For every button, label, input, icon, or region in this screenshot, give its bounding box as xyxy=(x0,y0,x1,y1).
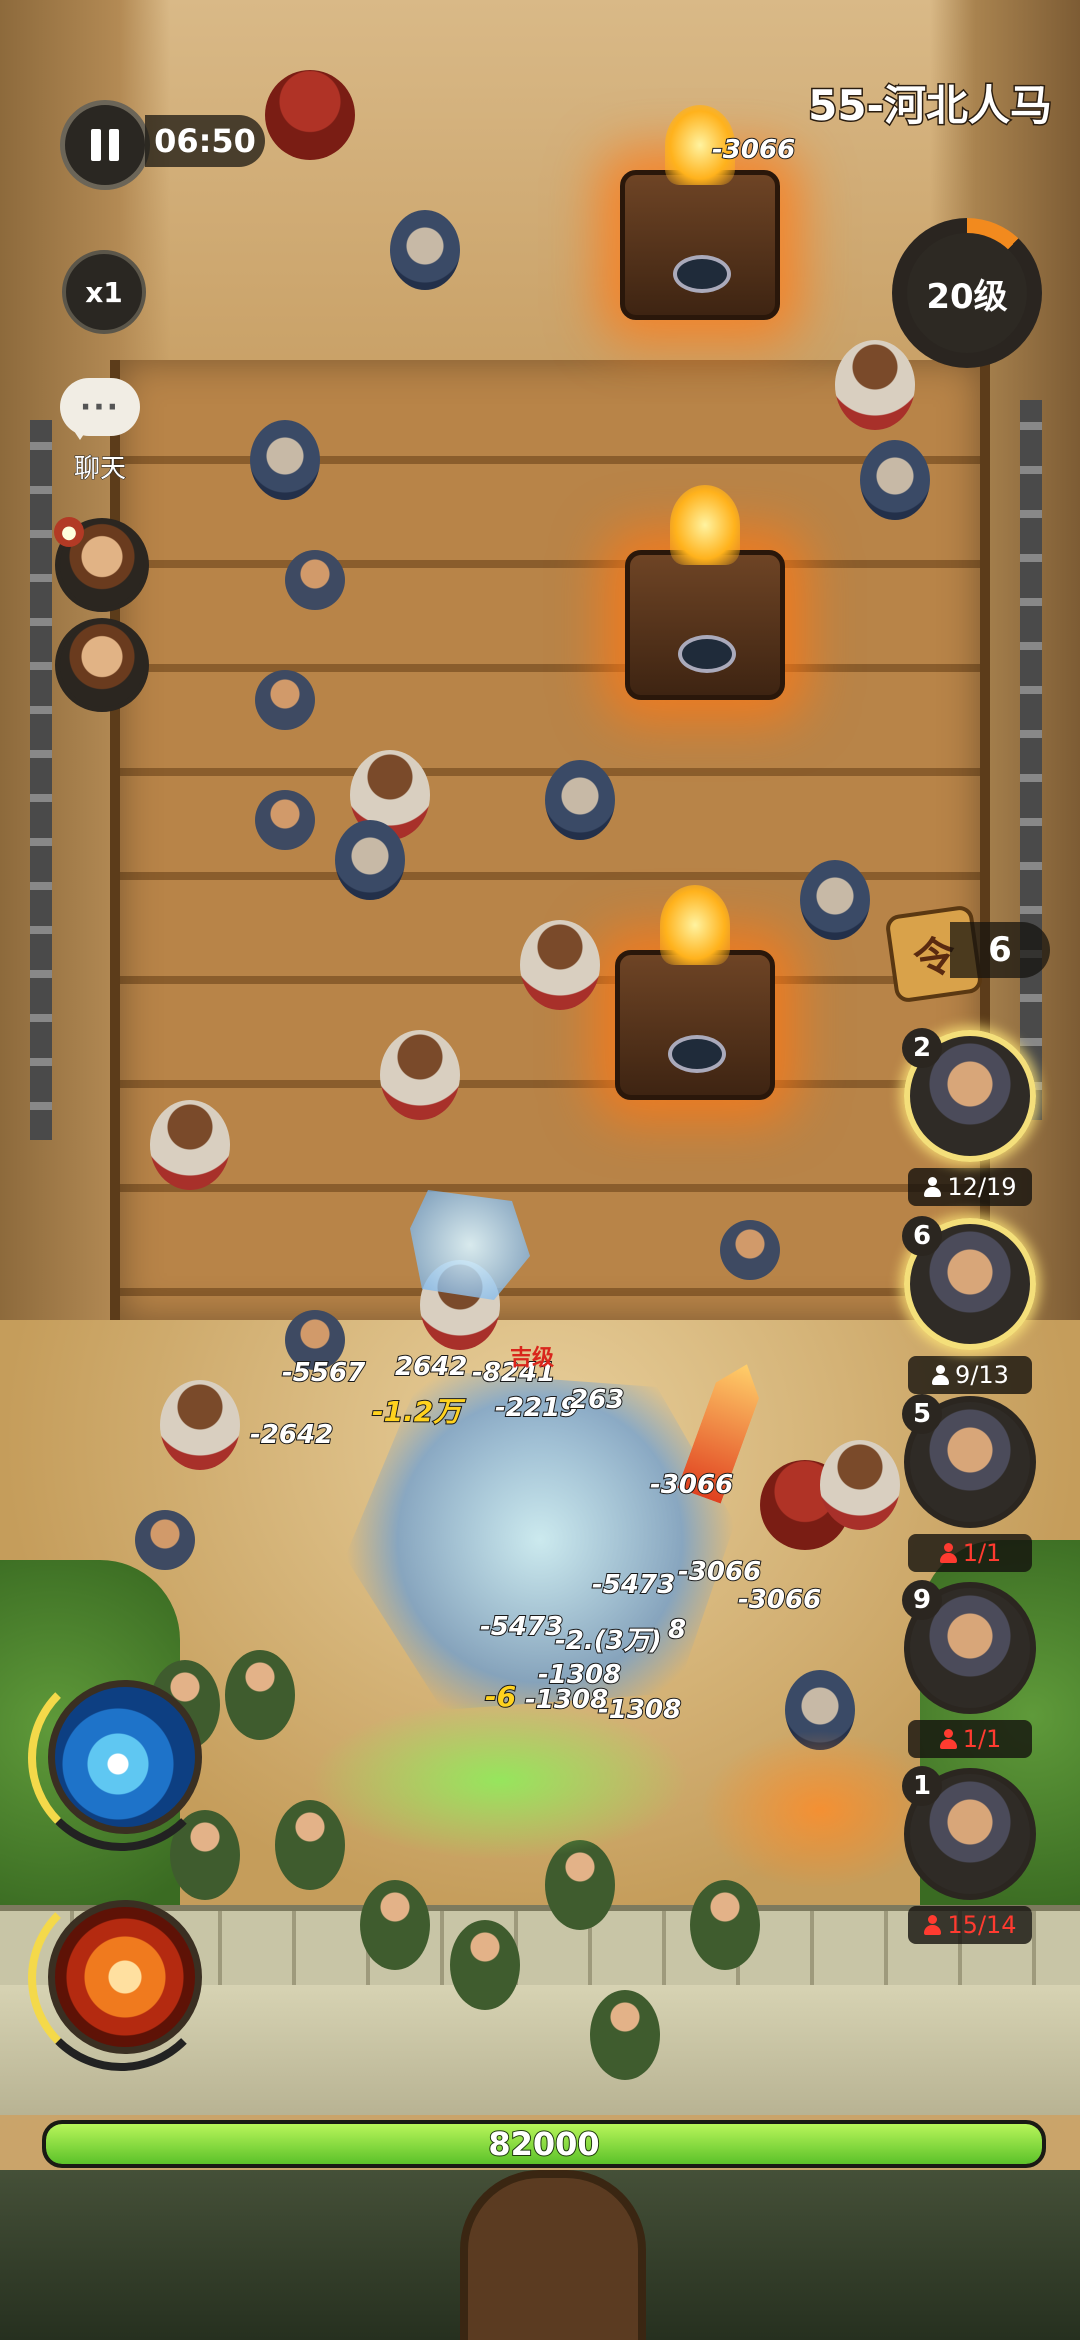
wave-skill-button[interactable] xyxy=(48,1680,202,1834)
wooden-bridge xyxy=(110,360,990,1320)
speed-toggle-button[interactable]: x1 xyxy=(62,250,146,334)
enemy-gunner xyxy=(335,820,405,900)
enemy-gunner xyxy=(390,210,460,290)
hero-count-text: 1/1 xyxy=(962,1539,1002,1567)
stage-title: 55-河北人马 xyxy=(807,80,1054,132)
damage-number: -5567 xyxy=(281,1357,366,1389)
enemy-gunner xyxy=(250,420,320,500)
damage-number: -1308 xyxy=(597,1694,682,1726)
hero-troop-count: 1/1 xyxy=(908,1720,1032,1758)
enemy-gunner xyxy=(545,760,615,840)
damage-number: -5473 xyxy=(591,1569,676,1601)
command-token-counter[interactable]: 令 6 xyxy=(884,904,1060,1004)
hero-slot[interactable]: 6 9/13 xyxy=(900,1216,1040,1394)
battle-timer: 06:50 xyxy=(145,115,265,167)
damage-number: -3066 xyxy=(737,1584,822,1616)
lock-icon: ● xyxy=(54,517,84,547)
pause-button[interactable] xyxy=(60,100,150,190)
hero-count-text: 1/1 xyxy=(962,1725,1002,1753)
person-icon xyxy=(939,1543,957,1563)
hero-slot[interactable]: 9 1/1 xyxy=(900,1580,1040,1758)
damage-number: -3066 xyxy=(649,1469,734,1501)
base-health-bar: 82000 xyxy=(42,2120,1046,2168)
damage-number: -1.2万 xyxy=(371,1394,462,1429)
hero-troop-count: 12/19 xyxy=(908,1168,1032,1206)
hero-slot[interactable]: 2 12/19 xyxy=(900,1028,1040,1206)
hero-portrait: 1 xyxy=(902,1766,1036,1900)
pause-icon xyxy=(109,129,119,161)
command-token-count: 6 xyxy=(950,922,1050,978)
hero-level-badge: 1 xyxy=(902,1766,942,1806)
siege-cart-enemy xyxy=(615,885,775,1100)
damage-number: -5473 xyxy=(479,1611,564,1643)
ally-general xyxy=(360,1880,430,1970)
base-health-value: 82000 xyxy=(487,2124,600,2164)
hero-portrait: 9 xyxy=(902,1580,1036,1714)
hero-portrait: 6 xyxy=(902,1216,1036,1350)
damage-number: 2642 xyxy=(394,1351,468,1383)
person-icon xyxy=(923,1177,942,1197)
hero-slot[interactable]: 1 15/14 xyxy=(900,1766,1040,1944)
enemy-swordsman xyxy=(255,670,315,730)
enemy-swordsman xyxy=(255,790,315,850)
chat-button[interactable]: ··· 聊天 xyxy=(55,378,145,488)
enemy-gunner xyxy=(860,440,930,520)
damage-number: 263 xyxy=(569,1384,625,1416)
hero-avatar-locked[interactable]: ● xyxy=(54,517,149,612)
enemy-name-label: 吉级 xyxy=(510,1346,555,1371)
enemy-gunner xyxy=(800,860,870,940)
enemy-swordsman xyxy=(135,1510,195,1570)
enemy-drummer xyxy=(820,1440,900,1530)
damage-number: -1308 xyxy=(524,1684,609,1716)
enemy-drummer xyxy=(150,1100,230,1190)
hero-portrait: 2 xyxy=(902,1028,1036,1162)
hero-troop-count: 9/13 xyxy=(908,1356,1032,1394)
person-icon xyxy=(923,1915,942,1935)
damage-number: -6 xyxy=(484,1679,517,1714)
siege-cart-enemy xyxy=(625,485,785,700)
siege-cart-enemy xyxy=(620,105,780,320)
chat-label: 聊天 xyxy=(73,454,126,485)
enemy-drummer xyxy=(520,920,600,1010)
hero-level-badge: 2 xyxy=(902,1028,942,1068)
hero-count-text: 12/19 xyxy=(947,1173,1017,1201)
damage-number: -2219 xyxy=(494,1392,579,1424)
enemy-brute xyxy=(265,70,355,160)
hero-level-badge: 5 xyxy=(902,1394,942,1434)
pause-icon xyxy=(91,129,101,161)
hero-count-text: 15/14 xyxy=(947,1911,1017,1939)
left-chain xyxy=(30,420,52,1140)
enemy-drummer xyxy=(380,1030,460,1120)
damage-number: -3066 xyxy=(711,134,796,166)
hero-troop-count: 1/1 xyxy=(908,1534,1032,1572)
hero-avatar[interactable] xyxy=(55,618,149,712)
damage-number: -3066 xyxy=(677,1556,762,1588)
chat-bubble-icon: ··· xyxy=(60,378,140,440)
person-icon xyxy=(931,1365,950,1385)
hero-portrait: 5 xyxy=(902,1394,1036,1528)
person-icon xyxy=(939,1729,957,1749)
ally-general xyxy=(450,1920,520,2010)
damage-number: -2642 xyxy=(249,1419,334,1451)
hero-level-badge: 6 xyxy=(902,1216,942,1256)
damage-number: -2.(3万) xyxy=(554,1625,663,1657)
hero-level-badge: 9 xyxy=(902,1580,942,1620)
enemy-drummer xyxy=(160,1380,240,1470)
hero-troop-count: 15/14 xyxy=(908,1906,1032,1944)
hero-count-text: 9/13 xyxy=(955,1361,1009,1389)
fire-hammer-skill-button[interactable] xyxy=(48,1900,202,2054)
enemy-drummer xyxy=(835,340,915,430)
ally-hammer-worker xyxy=(590,1990,660,2080)
right-chain xyxy=(1020,400,1042,1120)
enemy-swordsman xyxy=(285,550,345,610)
level-progress-ring[interactable]: 20级 xyxy=(892,218,1042,368)
damage-number: 8 xyxy=(667,1614,687,1646)
fortress-gate xyxy=(460,2170,646,2340)
enemy-swordsman xyxy=(720,1220,780,1280)
level-label: 20级 xyxy=(907,233,1027,353)
hero-slot[interactable]: 5 1/1 xyxy=(900,1394,1040,1572)
ally-spearman xyxy=(225,1650,295,1740)
ally-general xyxy=(690,1880,760,1970)
